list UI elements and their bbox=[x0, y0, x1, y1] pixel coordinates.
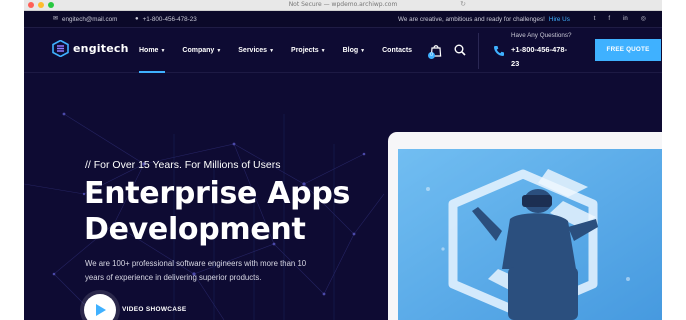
nav-item-blog[interactable]: Blog ▼ bbox=[343, 29, 366, 73]
phone-contact[interactable]: ● +1-800-456-478-23 bbox=[135, 11, 197, 28]
reload-icon[interactable]: ↻ bbox=[460, 1, 466, 9]
nav-item-company[interactable]: Company ▼ bbox=[182, 29, 221, 73]
nav-item-projects[interactable]: Projects ▼ bbox=[291, 29, 326, 73]
logo-icon bbox=[52, 40, 69, 57]
tagline-text: We are creative, ambitious and ready for… bbox=[398, 16, 545, 23]
facebook-icon[interactable]: f bbox=[608, 11, 610, 28]
hero-title: Enterprise Apps Development bbox=[84, 176, 350, 248]
email-contact[interactable]: ✉ engitech@mail.com bbox=[53, 11, 117, 28]
tagline: We are creative, ambitious and ready for… bbox=[398, 11, 570, 28]
address-bar[interactable]: Not Secure — wpdemo.archiwp.com bbox=[24, 0, 662, 10]
hero-description: We are 100+ professional software engine… bbox=[85, 259, 307, 282]
mail-icon: ✉ bbox=[53, 16, 59, 22]
hero-eyebrow: // For Over 15 Years. For Millions of Us… bbox=[85, 159, 281, 171]
vr-user-illustration bbox=[398, 149, 662, 320]
hero-title-line-1: Enterprise Apps bbox=[84, 176, 351, 211]
nav-divider bbox=[478, 33, 479, 69]
free-quote-button[interactable]: FREE QUOTE bbox=[595, 39, 661, 61]
header-phone-number[interactable]: +1-800-456-478-23 bbox=[511, 43, 571, 71]
chevron-down-icon: ▼ bbox=[320, 48, 326, 54]
chevron-down-icon: ▼ bbox=[269, 48, 275, 54]
clock-icon: ● bbox=[135, 16, 139, 22]
nav-item-home[interactable]: Home ▼ bbox=[139, 29, 166, 73]
play-icon bbox=[96, 304, 106, 316]
play-video-button[interactable] bbox=[84, 294, 116, 320]
laptop-illustration bbox=[388, 132, 662, 320]
phone-icon bbox=[494, 46, 504, 56]
email-text: engitech@mail.com bbox=[62, 16, 118, 23]
chevron-down-icon: ▼ bbox=[216, 48, 222, 54]
instagram-icon[interactable]: ◎ bbox=[641, 11, 646, 28]
questions-label: Have Any Questions? bbox=[511, 32, 572, 39]
nav-item-contacts[interactable]: Contacts bbox=[382, 29, 412, 73]
site-logo[interactable]: engitech bbox=[52, 40, 129, 57]
cart-count-badge: 0 bbox=[428, 52, 435, 59]
twitter-icon[interactable]: t bbox=[594, 11, 596, 28]
chevron-down-icon: ▼ bbox=[360, 48, 366, 54]
menu: Home ▼ Company ▼ Services ▼ Projects ▼ Blog ▼… bbox=[139, 29, 429, 73]
main-navigation: engitech Home ▼ Company ▼ Services ▼ Projec… bbox=[24, 29, 662, 73]
social-links: t f in ◎ bbox=[594, 11, 646, 28]
video-showcase-label[interactable]: VIDEO SHOWCASE bbox=[122, 306, 187, 313]
nav-item-services[interactable]: Services ▼ bbox=[238, 29, 274, 73]
hero-title-line-2: Development bbox=[84, 212, 306, 247]
hire-us-link[interactable]: Hire Us bbox=[549, 11, 570, 28]
search-icon[interactable] bbox=[454, 44, 466, 56]
website: ✉ engitech@mail.com ● +1-800-456-478-23 … bbox=[24, 11, 662, 320]
linkedin-icon[interactable]: in bbox=[623, 11, 628, 28]
hero-image bbox=[398, 149, 662, 320]
logo-text: engitech bbox=[73, 42, 129, 55]
top-bar: ✉ engitech@mail.com ● +1-800-456-478-23 … bbox=[24, 11, 662, 28]
chevron-down-icon: ▼ bbox=[160, 48, 166, 54]
browser-toolbar: Not Secure — wpdemo.archiwp.com ↻ bbox=[24, 0, 662, 11]
phone-text: +1-800-456-478-23 bbox=[142, 16, 197, 23]
